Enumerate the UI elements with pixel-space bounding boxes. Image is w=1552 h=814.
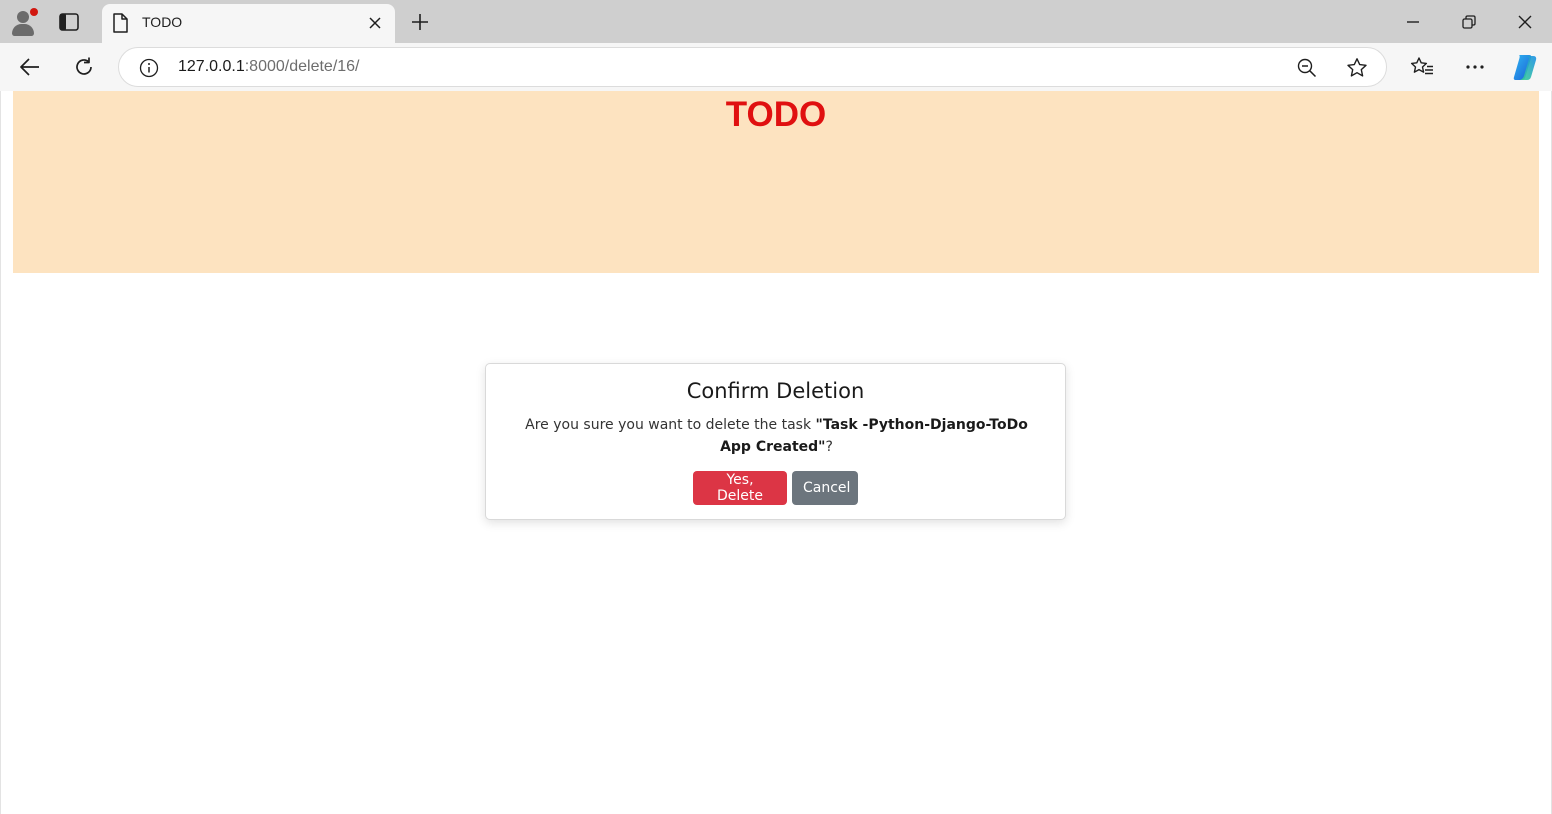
dialog-actions: Yes, Delete Cancel <box>486 471 1065 505</box>
page-title: TODO <box>725 95 827 134</box>
page-header: TODO <box>13 91 1539 273</box>
browser-toolbar: 127.0.0.1:8000/delete/16/ <box>0 43 1552 91</box>
star-icon[interactable] <box>1343 54 1371 82</box>
close-icon[interactable] <box>364 12 386 34</box>
restore-icon[interactable] <box>1449 6 1489 38</box>
profile-notification-badge <box>30 8 38 16</box>
url-text[interactable]: 127.0.0.1:8000/delete/16/ <box>178 58 360 76</box>
page-icon <box>112 13 130 33</box>
url-path: :8000/delete/16/ <box>244 58 360 75</box>
profile-avatar-icon[interactable] <box>8 6 38 36</box>
favorites-icon[interactable] <box>1406 51 1438 83</box>
window-close-icon[interactable] <box>1505 6 1545 38</box>
tab-title: TODO <box>142 14 183 30</box>
minimize-icon[interactable] <box>1393 6 1433 38</box>
back-arrow-icon[interactable] <box>14 51 46 83</box>
more-icon[interactable] <box>1459 51 1491 83</box>
yes-delete-button[interactable]: Yes, Delete <box>693 471 787 505</box>
copilot-icon[interactable] <box>1509 51 1541 83</box>
zoom-out-icon[interactable] <box>1293 54 1321 82</box>
address-bar[interactable]: 127.0.0.1:8000/delete/16/ <box>118 47 1387 87</box>
tab-strip: TODO <box>0 0 1552 43</box>
refresh-icon[interactable] <box>68 51 100 83</box>
confirm-delete-dialog: Confirm Deletion Are you sure you want t… <box>485 363 1066 520</box>
dialog-title: Confirm Deletion <box>686 379 865 403</box>
message-prefix: Are you sure you want to delete the task <box>525 417 816 433</box>
cancel-button[interactable]: Cancel <box>792 471 858 505</box>
dialog-message: Are you sure you want to delete the task… <box>516 414 1037 458</box>
plus-icon[interactable] <box>406 8 434 36</box>
url-host: 127.0.0.1 <box>178 58 245 75</box>
tab-todo[interactable]: TODO <box>102 4 395 43</box>
info-icon[interactable] <box>139 58 159 78</box>
page-viewport: TODO Confirm Deletion Are you sure you w… <box>0 91 1552 814</box>
tab-actions-icon[interactable] <box>56 10 82 34</box>
message-suffix: ? <box>825 439 833 455</box>
